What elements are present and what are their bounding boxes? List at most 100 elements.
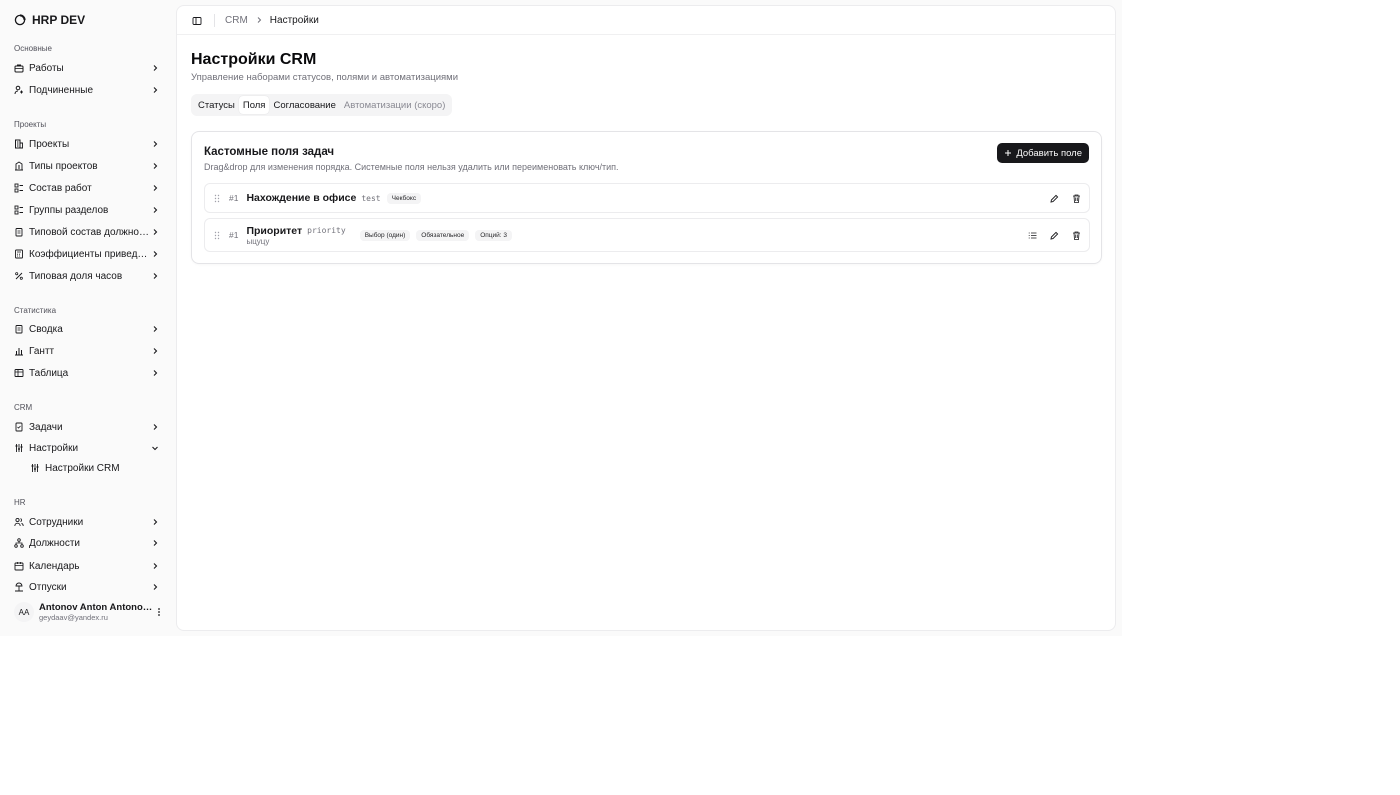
sidebar-item-label: Коэффициенты приведени… [29, 248, 150, 260]
trash-icon[interactable] [1071, 193, 1081, 203]
app-shell: HRP DEV Основные Работы Подчиненные Прое… [0, 0, 1122, 636]
sidebar-item-label: Задачи [29, 421, 63, 433]
task-icon [14, 422, 24, 432]
chart-icon [14, 346, 24, 356]
sidebar-item-label: Гантт [29, 345, 55, 357]
sidebar-item-tasks[interactable]: Задачи [8, 417, 164, 437]
drag-handle-icon[interactable] [213, 231, 221, 240]
tab-approval[interactable]: Согласование [269, 96, 339, 114]
sidebar-item-positions[interactable]: Должности [8, 533, 164, 553]
sliders-icon [14, 443, 24, 453]
field-info: Нахождение в офисе test Чекбокс [246, 192, 422, 204]
briefcase-icon [14, 63, 24, 73]
chevron-right-icon [255, 16, 263, 24]
chevron-down-icon [150, 443, 160, 453]
more-vertical-icon[interactable] [154, 607, 164, 617]
sliders-icon [30, 463, 40, 473]
sidebar-item-label: Типовая доля часов [29, 270, 123, 282]
chevron-right-icon [150, 227, 160, 237]
field-name: Нахождение в офисе [246, 192, 357, 204]
network-icon [14, 538, 24, 548]
sidebar-item-vacations[interactable]: Отпуски [8, 577, 164, 597]
page-title: Настройки CRM [191, 51, 317, 68]
field-required-badge: Обязательное [416, 229, 470, 241]
field-row[interactable]: #1 Приоритет priority ыцуцу Выбор (один)… [204, 218, 1090, 252]
sidebar-item-works[interactable]: Работы [8, 58, 164, 78]
breadcrumb-crm[interactable]: CRM [225, 15, 248, 26]
breadcrumb-current: Настройки [269, 14, 319, 26]
group-label-crm: CRM [14, 403, 33, 412]
chevron-right-icon [150, 139, 160, 149]
chevron-right-icon [150, 85, 160, 95]
sidebar-item-typical-positions[interactable]: Типовой состав должност… [8, 222, 164, 242]
sidebar-subitem-crm-settings[interactable]: Настройки CRM [26, 458, 164, 478]
field-row[interactable]: #1 Нахождение в офисе test Чекбокс [204, 183, 1090, 213]
chevron-right-icon [150, 271, 160, 281]
chevron-right-icon [150, 561, 160, 571]
topbar: CRM Настройки [177, 6, 1115, 35]
sidebar-subitem-label: Настройки CRM [45, 462, 120, 474]
user-info: Antonov Anton Antonovi… geydaav@yandex.r… [39, 602, 154, 622]
tab-fields[interactable]: Поля [238, 96, 270, 114]
sidebar-item-label: Сводка [29, 323, 63, 335]
chevron-right-icon [150, 63, 160, 73]
field-actions [1027, 230, 1081, 240]
sidebar-item-label: Проекты [29, 138, 70, 150]
field-type-badge: Выбор (один) [359, 229, 411, 241]
custom-fields-card: Кастомные поля задач Drag&drop для измен… [191, 131, 1102, 264]
table-icon [14, 368, 24, 378]
group-label-main: Основные [14, 44, 52, 53]
sidebar-item-section-groups[interactable]: Группы разделов [8, 200, 164, 220]
group-label-hr: HR [14, 498, 26, 507]
user-menu[interactable]: AA Antonov Anton Antonovi… geydaav@yande… [8, 598, 164, 626]
field-key: test [361, 193, 381, 203]
trash-icon[interactable] [1071, 230, 1081, 240]
sidebar-item-label: Группы разделов [29, 204, 109, 216]
sidebar-item-label: Типовой состав должност… [29, 226, 150, 238]
card-title: Кастомные поля задач [204, 146, 335, 158]
sidebar-item-project-types[interactable]: Типы проектов [8, 156, 164, 176]
field-type-badge: Чекбокс [386, 192, 422, 204]
field-info: Приоритет priority ыцуцу [246, 225, 345, 246]
users-icon [14, 517, 24, 527]
edit-icon[interactable] [1049, 230, 1059, 240]
sidebar-toggle-icon[interactable] [192, 15, 202, 25]
sidebar-item-hours-share[interactable]: Типовая доля часов [8, 266, 164, 286]
sidebar-item-coefficients[interactable]: Коэффициенты приведени… [8, 244, 164, 264]
tab-automations: Автоматизации (скоро) [343, 99, 446, 111]
sidebar-item-calendar[interactable]: Календарь [8, 556, 164, 576]
page-subtitle: Управление наборами статусов, полями и а… [191, 72, 458, 83]
chevron-right-icon [150, 249, 160, 259]
sidebar-item-subordinates[interactable]: Подчиненные [8, 80, 164, 100]
sidebar-item-table[interactable]: Таблица [8, 363, 164, 383]
sidebar-item-label: Календарь [29, 560, 80, 572]
sidebar-item-work-composition[interactable]: Состав работ [8, 178, 164, 198]
list-options-icon[interactable] [1027, 230, 1037, 240]
plus-icon [1005, 150, 1012, 156]
list-tree-icon [14, 205, 24, 215]
sidebar-item-summary[interactable]: Сводка [8, 319, 164, 339]
sidebar-item-label: Работы [29, 62, 64, 74]
field-actions [1049, 193, 1081, 203]
clipboard-icon [14, 227, 24, 237]
calendar-icon [14, 561, 24, 571]
brand[interactable]: HRP DEV [14, 12, 85, 28]
brand-logo-icon [14, 14, 26, 26]
field-order: #1 [229, 193, 239, 203]
avatar: AA [14, 602, 34, 622]
chevron-right-icon [150, 422, 160, 432]
sidebar-item-settings[interactable]: Настройки [8, 438, 164, 458]
edit-icon[interactable] [1049, 193, 1059, 203]
clipboard-icon [14, 324, 24, 334]
calculator-icon [14, 249, 24, 259]
chevron-right-icon [150, 324, 160, 334]
add-field-button[interactable]: Добавить поле [997, 143, 1089, 163]
chevron-right-icon [150, 205, 160, 215]
tab-statuses[interactable]: Статусы [194, 96, 239, 114]
sidebar-item-gantt[interactable]: Гантт [8, 341, 164, 361]
group-label-projects: Проекты [14, 120, 47, 129]
sidebar-item-label: Таблица [29, 367, 69, 379]
sidebar-item-projects[interactable]: Проекты [8, 134, 164, 154]
drag-handle-icon[interactable] [213, 194, 221, 203]
sidebar-item-employees[interactable]: Сотрудники [8, 512, 164, 532]
